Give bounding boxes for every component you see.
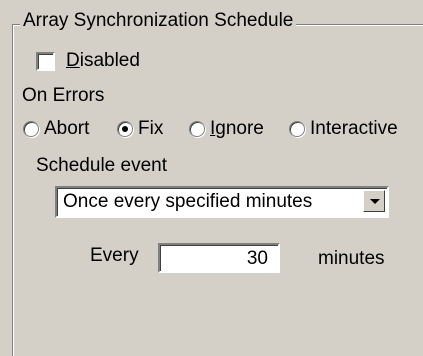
schedule-event-label: Schedule event [36,155,167,176]
sync-schedule-panel: Array Synchronization Schedule Disabled … [0,0,423,356]
disabled-accel-letter: D [66,50,80,71]
radio-ignore-label[interactable]: Ignore [210,117,264,141]
radio-fix-label[interactable]: Fix [138,117,163,141]
chevron-down-icon [370,199,380,204]
radio-selected-dot [122,126,128,132]
radio-abort-label[interactable]: Abort [44,117,89,141]
disabled-label-rest: isabled [79,50,140,71]
minutes-unit-label: minutes [318,248,385,269]
schedule-event-select[interactable]: Once every specified minutes [55,186,389,218]
radio-fix[interactable] [117,121,133,137]
dropdown-button[interactable] [363,190,385,212]
disabled-checkbox[interactable] [36,52,55,71]
schedule-event-value: Once every specified minutes [63,191,313,212]
every-label: Every [90,245,139,266]
radio-interactive[interactable] [289,121,305,137]
interval-minutes-value: 30 [246,248,268,269]
ignore-label-rest: gnore [215,118,264,139]
disabled-checkbox-label[interactable]: Disabled [66,49,140,73]
radio-ignore[interactable] [189,121,205,137]
radio-interactive-label[interactable]: Interactive [310,117,398,141]
interval-minutes-input[interactable]: 30 [158,243,280,273]
group-box-title: Array Synchronization Schedule [20,9,297,33]
radio-abort[interactable] [23,121,39,137]
on-errors-label: On Errors [22,85,105,106]
